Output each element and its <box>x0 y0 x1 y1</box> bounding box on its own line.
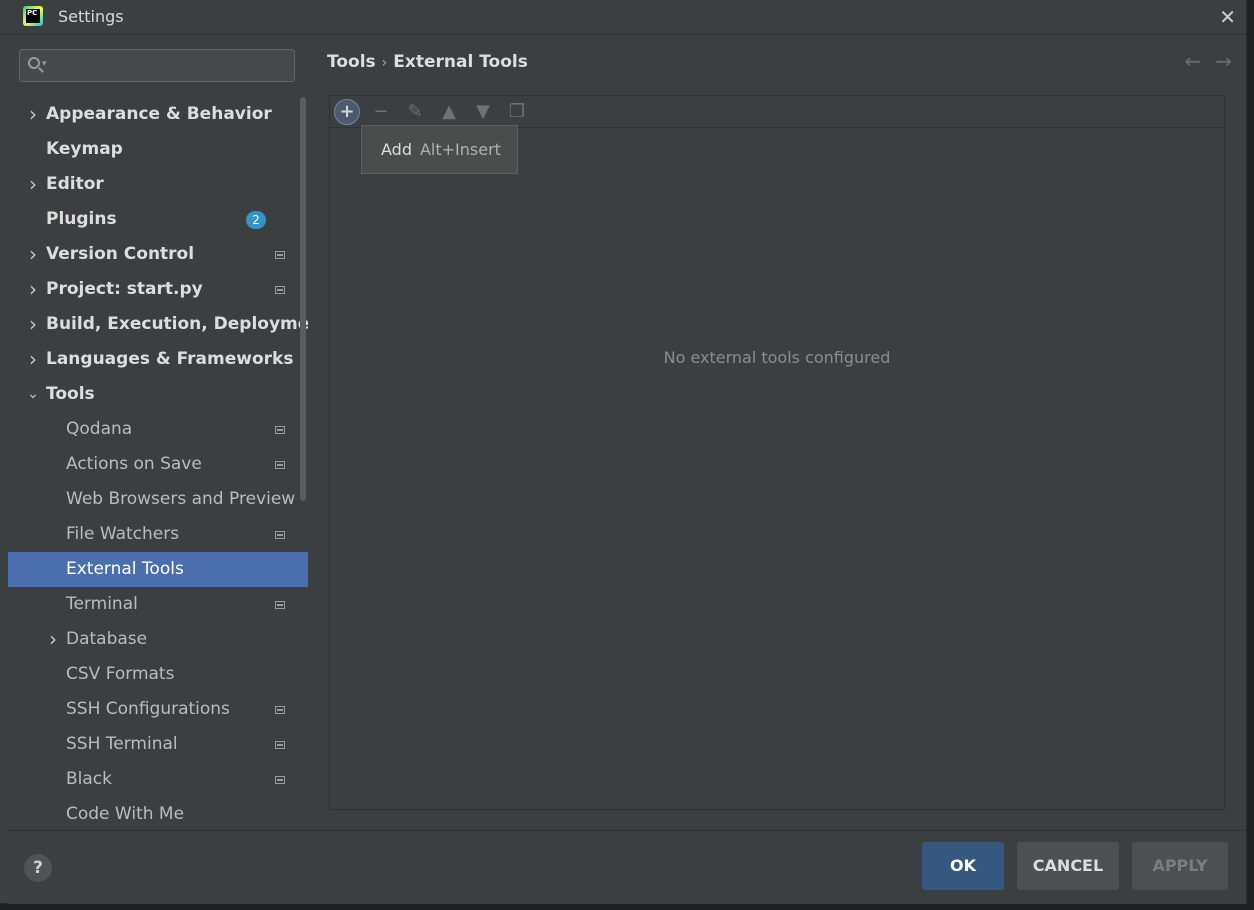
sidebar-item-label: Project: start.py <box>46 279 203 299</box>
sidebar-item-label: Database <box>66 629 148 649</box>
triangle-up-icon[interactable]: ▲ <box>436 99 462 125</box>
project-level-icon <box>275 741 285 749</box>
breadcrumb: Tools › External Tools <box>327 52 528 72</box>
sidebar-item-label: Version Control <box>46 244 195 264</box>
sidebar-item-label: Actions on Save <box>66 454 202 474</box>
sidebar-item-ssh-terminal[interactable]: SSH Terminal <box>8 727 300 762</box>
forward-arrow-icon[interactable]: → <box>1215 49 1232 73</box>
project-level-icon <box>275 531 285 539</box>
sidebar-item-external-tools[interactable]: External Tools <box>8 552 308 587</box>
empty-state-text: No external tools configured <box>663 348 891 367</box>
sidebar-item-label: CSV Formats <box>66 664 175 684</box>
sidebar-item-actions-on-save[interactable]: Actions on Save <box>8 447 300 482</box>
chevron-right-icon[interactable]: › <box>26 307 40 342</box>
sidebar-item-label: Qodana <box>66 419 133 439</box>
copy-icon[interactable]: ❐ <box>504 99 530 125</box>
window-title: Settings <box>58 7 124 26</box>
project-level-icon <box>275 776 285 784</box>
sidebar-item-label: Build, Execution, Deployment <box>46 314 330 334</box>
settings-tree: › Appearance & Behavior Keymap › Editor Plugi… <box>8 97 330 832</box>
navigation-arrows: ← → <box>1170 49 1232 73</box>
settings-sidebar: ▾ › Appearance & Behavior Keymap › Editor Plu… <box>8 35 330 832</box>
sidebar-item-editor[interactable]: › Editor <box>8 167 300 202</box>
sidebar-item-label: SSH Terminal <box>66 734 178 754</box>
chevron-right-icon[interactable]: › <box>46 622 60 657</box>
sidebar-item-ssh-configurations[interactable]: SSH Configurations <box>8 692 300 727</box>
ok-button[interactable]: OK <box>922 842 1004 890</box>
sidebar-item-label: Tools <box>46 384 95 404</box>
sidebar-item-web-browsers-and-preview[interactable]: Web Browsers and Preview <box>8 482 300 517</box>
sidebar-item-build-execution-deployment[interactable]: › Build, Execution, Deployment <box>8 307 330 342</box>
sidebar-item-label: Appearance & Behavior <box>46 104 272 124</box>
chevron-right-icon[interactable]: › <box>26 342 40 377</box>
sidebar-item-version-control[interactable]: › Version Control <box>8 237 300 272</box>
tooltip-label: Add <box>381 140 412 159</box>
sidebar-item-appearance-behavior[interactable]: › Appearance & Behavior <box>8 97 300 132</box>
sidebar-item-label: Languages & Frameworks <box>46 349 294 369</box>
tooltip-shortcut: Alt+Insert <box>419 140 501 159</box>
update-count-badge: 2 <box>246 211 266 229</box>
chevron-right-icon[interactable]: › <box>26 237 40 272</box>
sidebar-item-keymap[interactable]: Keymap <box>8 132 300 167</box>
sidebar-item-languages-frameworks[interactable]: › Languages & Frameworks <box>8 342 300 377</box>
apply-button[interactable]: APPLY <box>1132 842 1228 890</box>
dialog-footer: ? OK CANCEL APPLY <box>8 830 1246 904</box>
help-icon[interactable]: ? <box>24 854 52 882</box>
project-level-icon <box>275 251 285 259</box>
sidebar-item-project-start-py[interactable]: › Project: start.py <box>8 272 300 307</box>
pencil-icon[interactable]: ✎ <box>402 99 428 125</box>
pycharm-logo-icon: PC <box>23 6 43 26</box>
plus-icon[interactable]: + <box>334 99 360 125</box>
breadcrumb-parent[interactable]: Tools <box>327 52 376 72</box>
add-tooltip: Add Alt+Insert <box>361 125 518 174</box>
chevron-down-icon[interactable]: ⌄ <box>26 377 40 412</box>
sidebar-item-label: Terminal <box>66 594 138 614</box>
search-input[interactable] <box>56 54 290 78</box>
chevron-right-icon[interactable]: › <box>26 97 40 132</box>
sidebar-item-label: SSH Configurations <box>66 699 230 719</box>
title-bar: PC Settings ✕ <box>0 0 1246 35</box>
project-level-icon <box>275 286 285 294</box>
sidebar-item-black[interactable]: Black <box>8 762 300 797</box>
chevron-right-icon[interactable]: › <box>26 167 40 202</box>
sidebar-item-label: Black <box>66 769 112 789</box>
sidebar-item-csv-formats[interactable]: CSV Formats <box>8 657 300 692</box>
sidebar-item-qodana[interactable]: Qodana <box>8 412 300 447</box>
chevron-right-icon[interactable]: › <box>26 272 40 307</box>
chevron-down-icon: ▾ <box>42 59 47 69</box>
sidebar-item-label: Plugins <box>46 209 117 229</box>
sidebar-item-terminal[interactable]: Terminal <box>8 587 300 622</box>
sidebar-scrollbar[interactable] <box>300 97 306 501</box>
sidebar-item-label: Editor <box>46 174 104 194</box>
tools-toolbar: + − ✎ ▲ ▼ ❐ <box>330 96 1224 128</box>
sidebar-item-label: Code With Me <box>66 804 185 824</box>
settings-dialog: PC Settings ✕ ▾ › Appearance & Behavior Ke… <box>0 0 1247 904</box>
content-pane: Tools › External Tools ← → + − ✎ ▲ ▼ ❐ Add Alt+In… <box>308 35 1246 830</box>
sidebar-item-database[interactable]: › Database <box>8 622 300 657</box>
sidebar-item-tools[interactable]: ⌄ Tools <box>8 377 300 412</box>
sidebar-item-label: External Tools <box>66 559 184 579</box>
external-tools-panel: + − ✎ ▲ ▼ ❐ Add Alt+Insert No external tools c… <box>329 95 1225 810</box>
sidebar-item-plugins[interactable]: Plugins 2 <box>8 202 300 237</box>
project-level-icon <box>275 601 285 609</box>
sidebar-item-code-with-me[interactable]: Code With Me <box>8 797 300 832</box>
project-level-icon <box>275 461 285 469</box>
search-icon <box>28 57 40 69</box>
sidebar-item-label: Keymap <box>46 139 123 159</box>
minus-icon[interactable]: − <box>368 99 394 125</box>
project-level-icon <box>275 706 285 714</box>
triangle-down-icon[interactable]: ▼ <box>470 99 496 125</box>
sidebar-item-label: File Watchers <box>66 524 180 544</box>
back-arrow-icon[interactable]: ← <box>1184 49 1201 73</box>
sidebar-item-label: Web Browsers and Preview <box>66 489 296 509</box>
cancel-button[interactable]: CANCEL <box>1017 842 1119 890</box>
breadcrumb-current: External Tools <box>393 52 528 72</box>
sidebar-item-file-watchers[interactable]: File Watchers <box>8 517 300 552</box>
close-icon[interactable]: ✕ <box>1219 5 1236 29</box>
project-level-icon <box>275 426 285 434</box>
breadcrumb-separator: › <box>381 55 388 71</box>
search-field[interactable]: ▾ <box>19 49 295 82</box>
